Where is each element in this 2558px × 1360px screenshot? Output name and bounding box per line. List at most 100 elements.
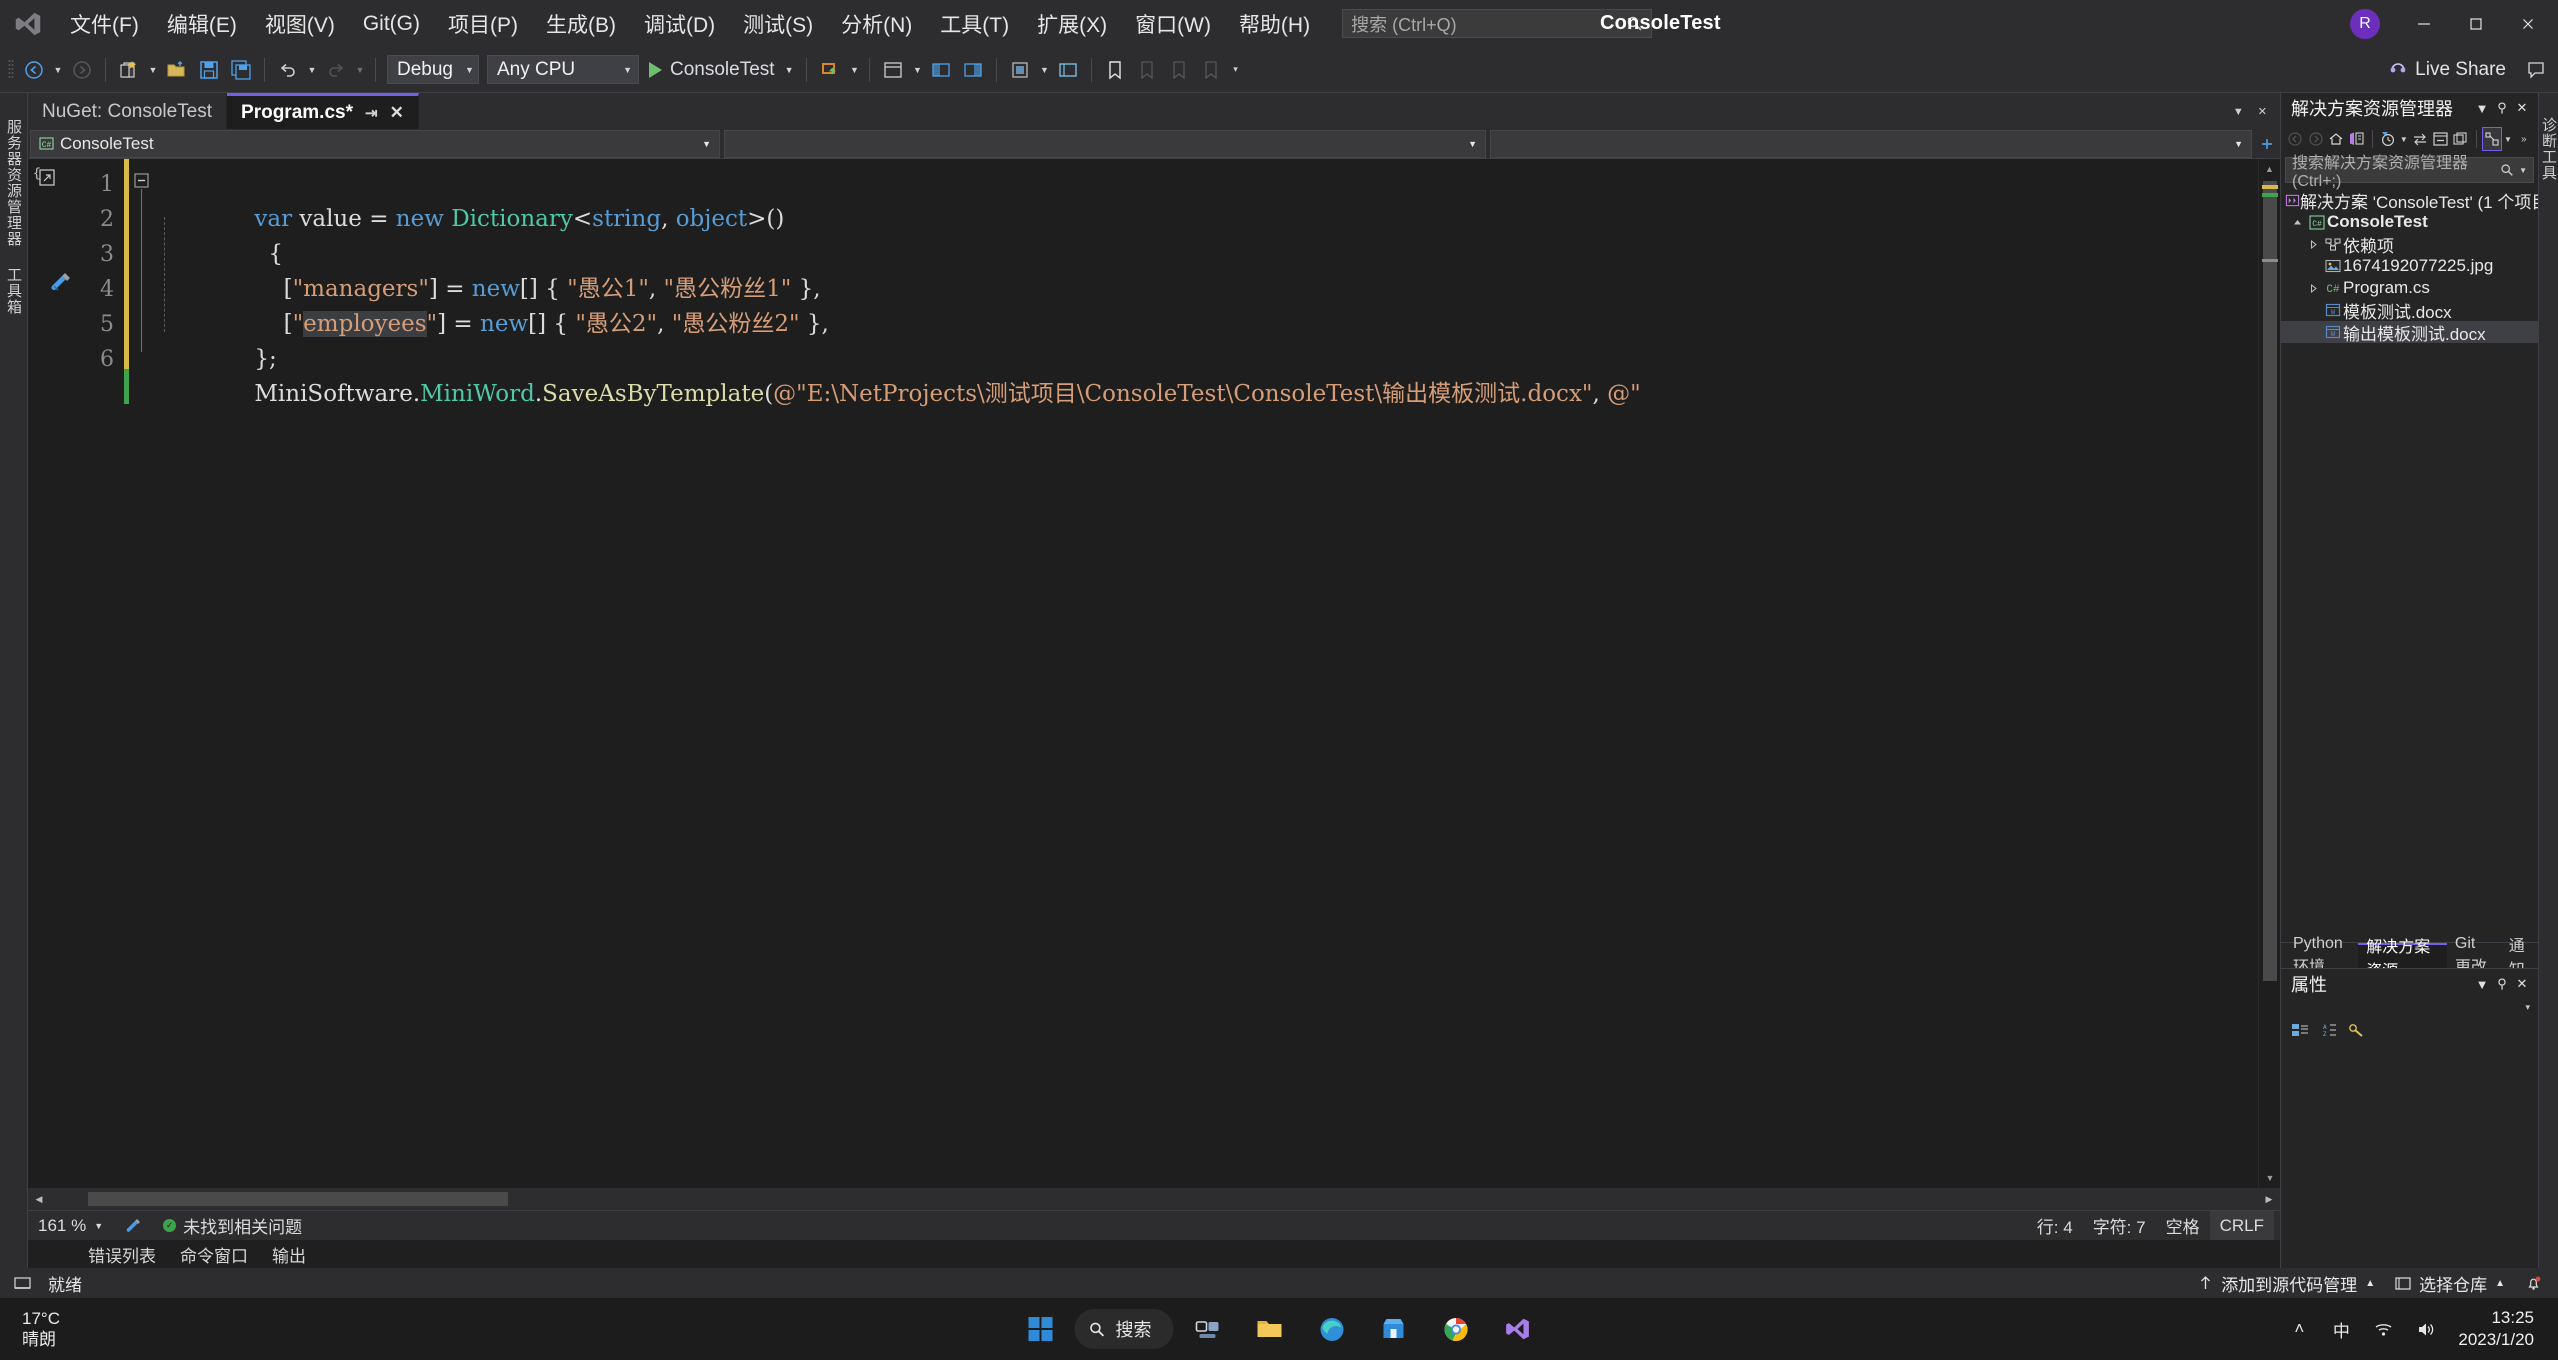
navigate-forward-button[interactable] [66, 54, 98, 86]
chevron-down-icon[interactable]: ▼ [2472, 101, 2492, 116]
edge-icon[interactable] [1304, 1303, 1360, 1355]
toolbar-grip[interactable] [4, 58, 18, 82]
bottom-tab-error-list[interactable]: 错误列表 [76, 1242, 168, 1267]
show-all-files-icon[interactable] [2450, 127, 2470, 151]
pin-icon[interactable]: ⇥ [365, 104, 378, 122]
tab-close-group-icon[interactable]: ✕ [2251, 105, 2274, 118]
close-icon[interactable]: ✕ [2512, 100, 2532, 116]
tree-item-project[interactable]: C# ConsoleTest [2281, 211, 2538, 233]
outlining-margin[interactable] [134, 167, 152, 387]
tab-list-dropdown-icon[interactable]: ▼ [2226, 106, 2251, 118]
chrome-icon[interactable] [1428, 1303, 1484, 1355]
menu-extensions[interactable]: 扩展(X) [1023, 0, 1121, 47]
redo-dropdown[interactable]: ▼ [352, 54, 368, 86]
navbar-member-select[interactable]: ▼ [1490, 129, 2252, 158]
twisty-expanded[interactable] [2293, 218, 2307, 227]
navbar-add-icon[interactable] [2254, 136, 2280, 152]
preview-pane-button[interactable] [957, 54, 989, 86]
editor-tab-program-cs[interactable]: Program.cs* ⇥ ✕ [227, 93, 419, 129]
zoom-level-selector[interactable]: 161 % ▼ [28, 1211, 113, 1241]
code-map-button[interactable] [1052, 54, 1084, 86]
windows-start-icon[interactable] [1013, 1303, 1069, 1355]
taskbar-search[interactable]: 搜索 [1074, 1309, 1174, 1349]
show-hidden-icons[interactable]: ˄ [2280, 1307, 2318, 1351]
pending-changes-icon[interactable] [2378, 127, 2398, 151]
quick-actions-icon[interactable] [46, 269, 74, 297]
code-text-area[interactable]: var value = new Dictionary<string, objec… [124, 159, 2258, 1188]
pin-icon[interactable]: ⚲ [2492, 100, 2512, 116]
sync-with-active-doc-icon[interactable] [2409, 127, 2429, 151]
indentation-indicator[interactable]: 空格 [2156, 1211, 2210, 1241]
close-button[interactable] [2502, 0, 2554, 47]
rail-tab-diagnostic-tools[interactable]: 诊断工具 [2538, 107, 2558, 191]
file-explorer-icon[interactable] [1242, 1303, 1298, 1355]
editor-tab-nuget[interactable]: NuGet: ConsoleTest [28, 94, 228, 129]
twisty-collapsed[interactable] [2309, 283, 2323, 293]
collapse-all-icon[interactable] [2430, 127, 2450, 151]
code-line-5[interactable]: }; [152, 307, 2258, 372]
tree-item-solution[interactable]: 解决方案 'ConsoleTest' (1 个项目，共 1 个) [2281, 189, 2538, 212]
h-scroll-thumb[interactable] [88, 1192, 508, 1206]
properties-grid[interactable] [2281, 1045, 2538, 1268]
editor-horizontal-scrollbar[interactable]: ◀ ▶ [28, 1188, 2280, 1210]
tree-item-output-template-docx[interactable]: W 输出模板测试.docx [2281, 321, 2538, 344]
start-debug-button[interactable]: ConsoleTest ▼ [643, 54, 799, 86]
navigate-back-dropdown[interactable]: ▼ [50, 54, 66, 86]
home-icon[interactable] [2326, 127, 2346, 151]
live-share-button[interactable]: Live Share [2375, 54, 2520, 86]
tree-item-image[interactable]: 1674192077225.jpg [2281, 255, 2538, 277]
open-file-button[interactable] [161, 54, 193, 86]
scroll-up-icon[interactable]: ▲ [2259, 159, 2280, 179]
menu-help[interactable]: 帮助(H) [1225, 0, 1324, 47]
code-line-1[interactable]: var value = new Dictionary<string, objec… [152, 167, 2258, 232]
menu-debug[interactable]: 调试(D) [630, 0, 729, 47]
menu-git[interactable]: Git(G) [349, 0, 434, 47]
save-all-button[interactable] [225, 54, 257, 86]
properties-object-selector[interactable]: ▾ [2281, 999, 2538, 1015]
ime-indicator[interactable]: 中 [2322, 1307, 2360, 1351]
properties-pane-icon[interactable] [2481, 127, 2503, 151]
live-preview-button[interactable] [925, 54, 957, 86]
maximize-button[interactable] [2450, 0, 2502, 47]
dock-tab-python-env[interactable]: Python 环境 [2285, 935, 2358, 976]
menu-window[interactable]: 窗口(W) [1121, 0, 1225, 47]
chevron-down-icon[interactable]: ▼ [2472, 977, 2492, 992]
properties-icon[interactable] [2343, 1018, 2369, 1042]
navbar-project-select[interactable]: C# ConsoleTest ▼ [30, 129, 720, 158]
task-view-icon[interactable] [1180, 1303, 1236, 1355]
se-overflow-icon[interactable]: » [2514, 127, 2534, 151]
minimize-button[interactable] [2398, 0, 2450, 47]
save-button[interactable] [193, 54, 225, 86]
properties-dropdown[interactable]: ▼ [2502, 127, 2513, 151]
store-icon[interactable] [1366, 1303, 1422, 1355]
bottom-tab-output[interactable]: 输出 [260, 1242, 318, 1267]
visual-studio-icon[interactable] [1490, 1303, 1546, 1355]
close-icon[interactable]: ✕ [2512, 976, 2532, 992]
tree-item-program-cs[interactable]: C# Program.cs [2281, 277, 2538, 299]
solution-tree[interactable]: 解决方案 'ConsoleTest' (1 个项目，共 1 个) C# Cons… [2281, 185, 2538, 942]
weather-widget[interactable]: 17°C 晴朗 [0, 1308, 220, 1351]
menu-test[interactable]: 测试(S) [729, 0, 827, 47]
close-icon[interactable]: ✕ [390, 103, 404, 123]
tree-item-template-docx[interactable]: W 模板测试.docx [2281, 299, 2538, 322]
scroll-left-icon[interactable]: ◀ [28, 1194, 50, 1205]
dock-tab-git-changes[interactable]: Git 更改 [2447, 935, 2501, 976]
new-project-dropdown[interactable]: ▼ [145, 54, 161, 86]
line-ending-indicator[interactable]: CRLF [2209, 1210, 2274, 1241]
tree-item-dependencies[interactable]: 依赖项 [2281, 233, 2538, 256]
code-line-2[interactable]: { [152, 202, 2258, 267]
navigate-back-button[interactable] [18, 54, 50, 86]
menu-analyze[interactable]: 分析(N) [827, 0, 926, 47]
alphabetical-icon[interactable]: AZ [2315, 1018, 2341, 1042]
hot-reload-dropdown[interactable]: ▼ [846, 54, 862, 86]
menu-tools[interactable]: 工具(T) [926, 0, 1023, 47]
collapse-all-glyph-icon[interactable]: { [32, 165, 58, 191]
chevron-down-icon[interactable]: ▼ [2519, 166, 2527, 175]
volume-icon[interactable] [2406, 1307, 2444, 1351]
next-bookmark-button[interactable] [1163, 54, 1195, 86]
scroll-thumb[interactable] [2263, 181, 2277, 981]
new-project-button[interactable] [113, 54, 145, 86]
rail-tab-toolbox[interactable]: 工具箱 [3, 257, 24, 325]
problems-status[interactable]: ✓ 未找到相关问题 [153, 1211, 312, 1241]
error-glyph-icon[interactable] [113, 1211, 153, 1241]
